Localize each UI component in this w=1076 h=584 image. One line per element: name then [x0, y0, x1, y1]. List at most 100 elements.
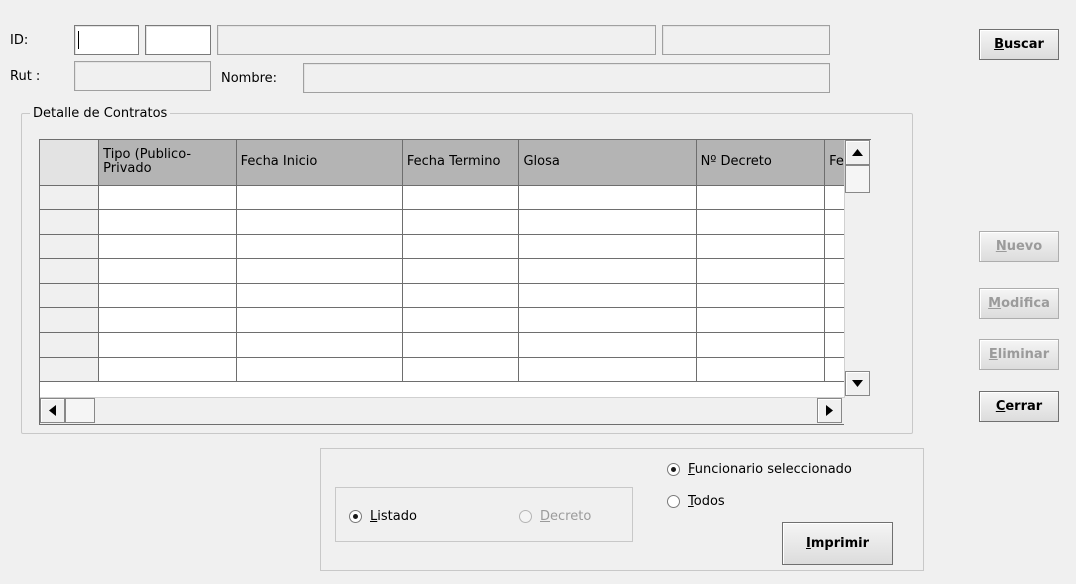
table-row[interactable] — [40, 283, 870, 309]
triangle-down-icon — [852, 380, 863, 387]
decreto-label: Decreto — [540, 509, 592, 524]
table-cell[interactable] — [236, 283, 403, 309]
table-cell[interactable] — [696, 307, 826, 334]
nuevo-button[interactable]: Nuevo — [979, 231, 1059, 262]
table-cell[interactable] — [98, 258, 237, 284]
scroll-down-button[interactable] — [845, 371, 870, 396]
nombre-label: Nombre: — [221, 71, 278, 86]
id-field-2[interactable] — [145, 25, 211, 55]
row-selector[interactable] — [40, 258, 100, 284]
scroll-up-button[interactable] — [845, 140, 870, 165]
rut-label: Rut : — [10, 69, 41, 84]
table-cell[interactable] — [236, 307, 403, 334]
funcionario-radio[interactable]: Funcionario seleccionado — [667, 462, 852, 477]
table-cell[interactable] — [518, 258, 697, 284]
buscar-label: uscar — [1004, 37, 1044, 52]
table-cell[interactable] — [402, 283, 520, 309]
column-header-glosa[interactable]: Glosa — [518, 140, 697, 186]
radio-button-disabled[interactable] — [519, 510, 532, 523]
table-cell[interactable] — [696, 332, 826, 358]
row-selector[interactable] — [40, 332, 100, 358]
id-field-1[interactable] — [74, 25, 139, 55]
table-row[interactable] — [40, 234, 870, 260]
table-cell[interactable] — [402, 209, 520, 235]
table-cell[interactable] — [402, 357, 520, 383]
table-cell[interactable] — [402, 185, 520, 211]
table-cell[interactable] — [518, 234, 697, 260]
table-cell[interactable] — [236, 357, 403, 383]
table-cell[interactable] — [518, 185, 697, 211]
column-header-fecha-termino[interactable]: Fecha Termino — [402, 140, 520, 186]
table-cell[interactable] — [98, 283, 237, 309]
modifica-button[interactable]: Modifica — [979, 288, 1059, 319]
radio-button-checked[interactable] — [349, 510, 362, 523]
table-cell[interactable] — [518, 307, 697, 334]
id-field-4 — [662, 25, 830, 55]
table-row[interactable] — [40, 209, 870, 235]
vertical-scrollbar[interactable] — [844, 140, 871, 398]
table-cell[interactable] — [98, 209, 237, 235]
table-cell[interactable] — [402, 234, 520, 260]
todos-label: Todos — [688, 494, 725, 509]
table-cell[interactable] — [236, 234, 403, 260]
table-cell[interactable] — [696, 185, 826, 211]
table-cell[interactable] — [518, 357, 697, 383]
table-cell[interactable] — [98, 357, 237, 383]
table-cell[interactable] — [98, 234, 237, 260]
id-label: ID: — [10, 33, 29, 48]
table-cell[interactable] — [98, 185, 237, 211]
table-row[interactable] — [40, 185, 870, 211]
row-selector[interactable] — [40, 234, 100, 260]
row-selector[interactable] — [40, 185, 100, 211]
triangle-right-icon — [826, 405, 833, 416]
table-cell[interactable] — [98, 307, 237, 334]
column-header-nro-decreto[interactable]: Nº Decreto — [696, 140, 826, 186]
radio-button-checked[interactable] — [667, 463, 680, 476]
table-cell[interactable] — [696, 209, 826, 235]
table-cell[interactable] — [696, 234, 826, 260]
contracts-grid[interactable]: Tipo (Publico-Privado Fecha Inicio Fecha… — [39, 139, 871, 425]
table-cell[interactable] — [402, 307, 520, 334]
nuevo-label: uevo — [1006, 239, 1043, 254]
table-cell[interactable] — [402, 332, 520, 358]
table-cell[interactable] — [518, 283, 697, 309]
row-selector[interactable] — [40, 209, 100, 235]
table-cell[interactable] — [696, 283, 826, 309]
table-cell[interactable] — [696, 357, 826, 383]
scroll-left-button[interactable] — [40, 398, 65, 423]
column-header-fecha-inicio[interactable]: Fecha Inicio — [236, 140, 403, 186]
scroll-right-button[interactable] — [817, 398, 842, 423]
table-cell[interactable] — [518, 209, 697, 235]
row-selector[interactable] — [40, 307, 100, 334]
row-selector[interactable] — [40, 283, 100, 309]
table-cell[interactable] — [236, 258, 403, 284]
horizontal-scrollbar[interactable] — [40, 397, 844, 424]
radio-button-unchecked[interactable] — [667, 495, 680, 508]
buscar-accel: B — [994, 37, 1005, 52]
table-cell[interactable] — [236, 185, 403, 211]
eliminar-button[interactable]: Eliminar — [979, 339, 1059, 370]
row-selector[interactable] — [40, 357, 100, 383]
table-row[interactable] — [40, 332, 870, 358]
horizontal-scroll-thumb[interactable] — [65, 398, 95, 423]
listado-radio[interactable]: Listado — [349, 509, 417, 524]
listado-label: Listado — [370, 509, 417, 524]
contracts-table: Tipo (Publico-Privado Fecha Inicio Fecha… — [40, 140, 870, 383]
table-cell[interactable] — [236, 209, 403, 235]
decreto-radio[interactable]: Decreto — [519, 509, 591, 524]
table-row[interactable] — [40, 307, 870, 334]
table-cell[interactable] — [98, 332, 237, 358]
scrollbar-corner — [844, 398, 871, 425]
buscar-button[interactable]: Buscar — [979, 29, 1059, 60]
todos-radio[interactable]: Todos — [667, 494, 725, 509]
vertical-scroll-thumb[interactable] — [845, 165, 870, 193]
table-row[interactable] — [40, 357, 870, 383]
table-row[interactable] — [40, 258, 870, 284]
cerrar-button[interactable]: Cerrar — [979, 391, 1059, 422]
column-header-tipo[interactable]: Tipo (Publico-Privado — [98, 140, 237, 186]
table-cell[interactable] — [518, 332, 697, 358]
table-cell[interactable] — [402, 258, 520, 284]
table-cell[interactable] — [236, 332, 403, 358]
table-cell[interactable] — [696, 258, 826, 284]
imprimir-button[interactable]: Imprimir — [782, 522, 893, 565]
